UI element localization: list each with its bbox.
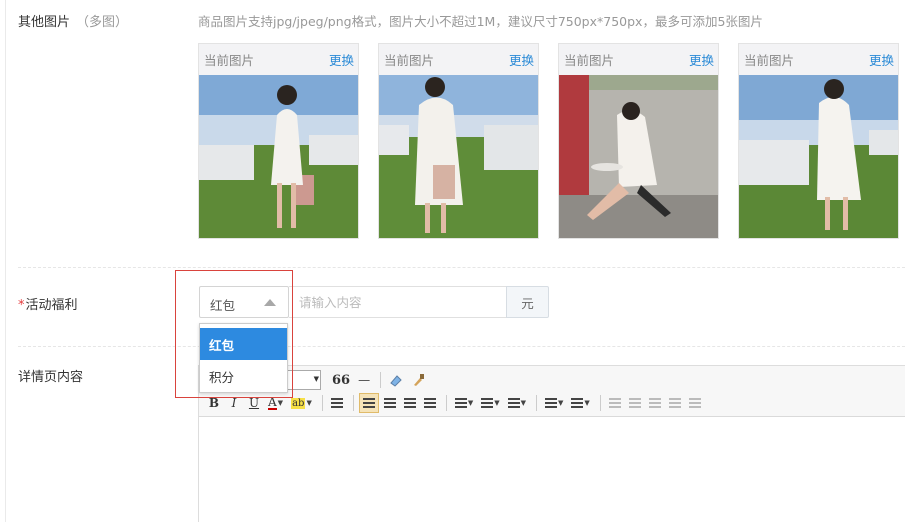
editor-toolbar: ▼ 66 — B I U A ▼ ab ▼ ▼ ▼ ▼ ▼ ▼ <box>199 366 905 417</box>
dropdown-arrow-icon: ▼ <box>520 399 526 407</box>
option-points[interactable]: 积分 <box>200 360 287 392</box>
unit-suffix: 元 <box>506 286 549 318</box>
align-center-icon[interactable] <box>381 393 399 413</box>
section-divider <box>18 346 905 347</box>
bold-button[interactable]: B <box>205 393 223 413</box>
product-photo <box>559 75 718 238</box>
current-image-label: 当前图片 <box>564 53 615 68</box>
unordered-list-icon[interactable]: ▼ <box>568 393 592 413</box>
product-photo <box>739 75 898 238</box>
image-center-icon[interactable] <box>666 393 684 413</box>
image-card-2: 当前图片 更换 <box>378 43 539 239</box>
product-photo <box>199 75 358 238</box>
caret-up-icon <box>264 299 276 306</box>
image-right-icon[interactable] <box>646 393 664 413</box>
image-block-icon[interactable] <box>686 393 704 413</box>
dropdown-arrow-icon: ▼ <box>584 399 590 407</box>
toolbar-separator <box>380 372 382 388</box>
toolbar-separator <box>352 395 354 411</box>
font-color-button[interactable]: A ▼ <box>265 393 286 413</box>
option-red-packet[interactable]: 红包 <box>200 328 287 360</box>
change-image-button[interactable]: 更换 <box>869 50 894 69</box>
other-images-label: 其他图片 （多图） <box>18 15 129 30</box>
format-painter-icon[interactable] <box>408 370 428 390</box>
image-card-4: 当前图片 更换 <box>738 43 899 239</box>
align-justify-icon[interactable] <box>421 393 439 413</box>
dropdown-arrow-icon: ▼ <box>494 399 500 407</box>
dropdown-arrow-icon: ▼ <box>277 399 284 407</box>
change-image-button[interactable]: 更换 <box>329 50 354 69</box>
indent-icon[interactable] <box>328 393 346 413</box>
current-image-label: 当前图片 <box>204 53 255 68</box>
underline-button[interactable]: U <box>245 393 263 413</box>
toolbar-row-2: B I U A ▼ ab ▼ ▼ ▼ ▼ ▼ ▼ <box>199 392 706 414</box>
change-image-button[interactable]: 更换 <box>509 50 534 69</box>
ordered-list-icon[interactable]: ▼ <box>542 393 566 413</box>
image-none-icon[interactable] <box>606 393 624 413</box>
toolbar-separator <box>536 395 537 411</box>
dropdown-arrow-icon: ▼ <box>558 399 564 407</box>
dropdown-arrow-icon: ▼ <box>467 399 474 407</box>
toolbar-separator <box>445 395 447 411</box>
detail-content-label: 详情页内容 <box>18 370 84 385</box>
row-spacing-top-icon[interactable]: ▼ <box>452 393 476 413</box>
blockquote-icon[interactable]: 66 <box>329 370 353 390</box>
benefit-type-value: 红包 <box>210 298 236 313</box>
change-image-button[interactable]: 更换 <box>689 50 714 69</box>
image-card-3: 当前图片 更换 <box>558 43 719 239</box>
rich-text-editor[interactable]: ▼ 66 — B I U A ▼ ab ▼ ▼ ▼ ▼ ▼ ▼ <box>198 365 905 522</box>
benefit-amount-input[interactable] <box>289 286 507 318</box>
row-spacing-bottom-icon[interactable]: ▼ <box>478 393 502 413</box>
current-image-label: 当前图片 <box>384 53 435 68</box>
current-image-label: 当前图片 <box>744 53 795 68</box>
image-left-icon[interactable] <box>626 393 644 413</box>
benefit-type-dropdown: 红包 积分 <box>199 323 288 393</box>
other-images-sublabel: （多图） <box>76 15 129 30</box>
align-left-icon[interactable] <box>358 393 379 413</box>
toolbar-separator <box>599 395 601 411</box>
dropdown-arrow-icon: ▼ <box>306 399 312 407</box>
image-card-1: 当前图片 更换 <box>198 43 359 239</box>
align-right-icon[interactable] <box>401 393 419 413</box>
required-mark: * <box>18 298 25 313</box>
toolbar-separator <box>321 395 323 411</box>
activity-benefit-label: *活动福利 <box>18 298 78 313</box>
benefit-type-select[interactable]: 红包 <box>199 286 289 318</box>
line-height-icon[interactable]: ▼ <box>505 393 529 413</box>
eraser-icon[interactable] <box>386 370 406 390</box>
font-size-select[interactable]: ▼ <box>285 370 321 390</box>
dropdown-arrow-icon: ▼ <box>313 375 319 383</box>
image-upload-hint: 商品图片支持jpg/jpeg/png格式，图片大小不超过1M，建议尺寸750px… <box>198 14 763 29</box>
section-divider <box>18 267 905 268</box>
left-border <box>5 0 6 522</box>
horizontal-rule-icon[interactable]: — <box>355 370 373 390</box>
highlight-button[interactable]: ab ▼ <box>288 393 315 413</box>
product-photo <box>379 75 538 238</box>
italic-button[interactable]: I <box>225 393 243 413</box>
